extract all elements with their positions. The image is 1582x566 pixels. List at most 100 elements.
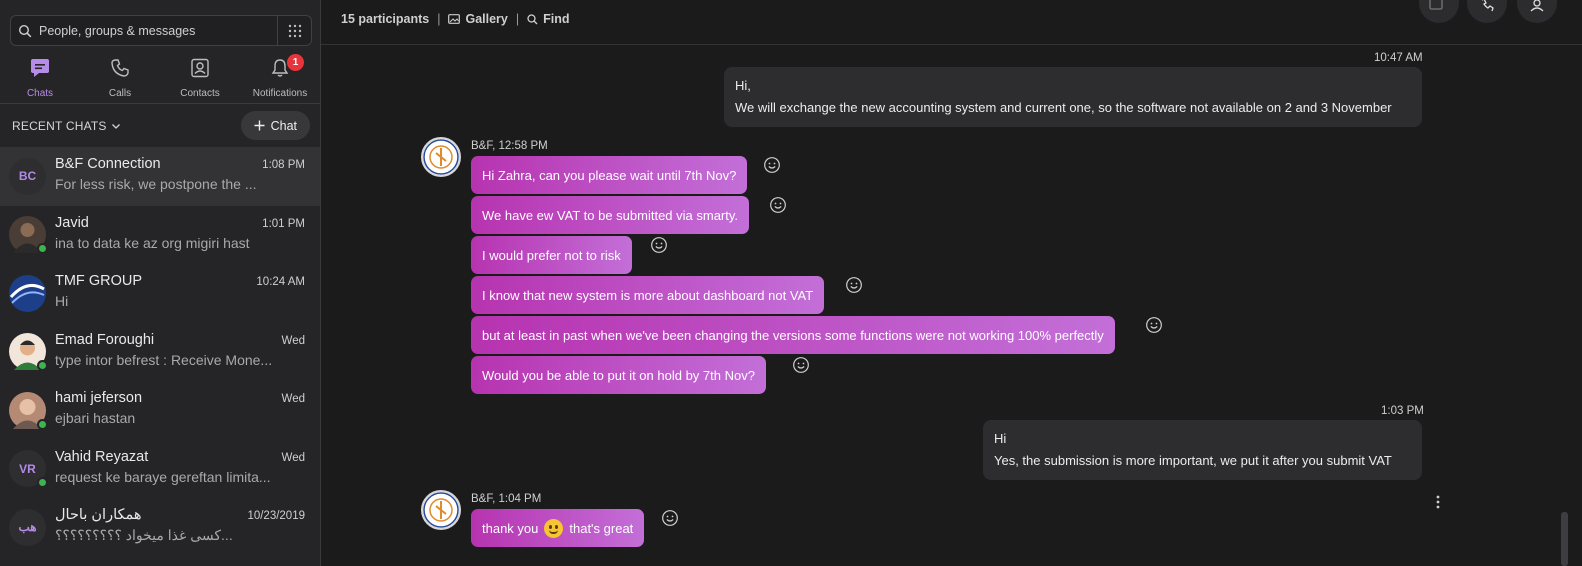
phone-icon <box>110 58 130 83</box>
smiley-reaction-icon[interactable] <box>763 156 781 174</box>
audio-call-button[interactable] <box>1467 0 1507 23</box>
sender-label: B&F, 1:04 PM <box>471 493 542 505</box>
tab-label: Contacts <box>180 88 220 99</box>
smiley-reaction-icon[interactable] <box>661 509 679 527</box>
tab-label: Chats <box>26 88 54 99</box>
participants-link[interactable]: 15 participants <box>341 12 429 26</box>
chat-preview: ejbari hastan <box>55 410 136 426</box>
chat-item-tmf-group[interactable]: TMF GROUP 10:24 AM Hi <box>0 264 320 323</box>
chat-name: همکاران باحال <box>55 507 142 523</box>
chat-preview: type intor befrest : Receive Mone... <box>55 351 273 368</box>
smiley-reaction-icon[interactable] <box>650 236 668 254</box>
gallery-button[interactable]: Gallery <box>448 12 508 26</box>
message-text: that's great <box>569 520 634 536</box>
new-chat-label: Chat <box>270 118 297 133</box>
skype-window: People, groups & messages Chats Calls Co… <box>0 0 1582 566</box>
plus-icon <box>254 120 265 131</box>
incoming-message[interactable]: I know that new system is more about das… <box>471 276 825 314</box>
online-indicator <box>37 477 48 489</box>
nav-tabs: Chats Calls Contacts 1 Notifications <box>0 54 320 102</box>
contacts-icon <box>190 58 210 83</box>
search-box[interactable]: People, groups & messages <box>10 15 312 46</box>
avatar: BC <box>9 157 46 195</box>
chat-name: TMF GROUP <box>55 273 142 289</box>
outgoing-message[interactable]: Hi Yes, the submission is more important… <box>983 420 1422 480</box>
incoming-message[interactable]: but at least in past when we've been cha… <box>471 316 1115 354</box>
chat-preview: Hi <box>55 293 69 309</box>
chat-item-hami-jeferson[interactable]: hami jeferson Wed ejbari hastan <box>0 381 320 440</box>
recent-chats-header: RECENT CHATS Chat <box>0 103 320 147</box>
outgoing-message[interactable]: Hi, We will exchange the new accounting … <box>724 67 1422 127</box>
incoming-message[interactable]: Hi Zahra, can you please wait until 7th … <box>471 156 748 194</box>
message-line: Hi, <box>735 78 751 93</box>
tab-contacts[interactable]: Contacts <box>160 56 240 102</box>
smiley-reaction-icon[interactable] <box>769 196 787 214</box>
recent-chats-dropdown[interactable]: RECENT CHATS <box>12 119 121 133</box>
chat-preview: ...کسی غذا میخواد ؟؟؟؟؟؟؟؟؟ <box>55 527 233 543</box>
chat-time: Wed <box>281 393 305 405</box>
scrollbar-thumb[interactable] <box>1561 512 1568 566</box>
chat-item-vahid-reyazat[interactable]: VR Vahid Reyazat Wed request ke baraye ge… <box>0 440 320 499</box>
recent-chats-title: RECENT CHATS <box>12 118 107 133</box>
smiley-reaction-icon[interactable] <box>792 356 810 374</box>
chat-name: hami jeferson <box>55 390 143 406</box>
online-indicator <box>37 243 48 255</box>
incoming-message[interactable]: thank you that's great <box>471 509 645 547</box>
tab-notifications[interactable]: 1 Notifications <box>240 54 320 102</box>
message-line: Hi <box>994 431 1007 446</box>
chat-icon <box>30 58 50 83</box>
video-camera-icon <box>1429 0 1443 10</box>
video-call-button[interactable] <box>1419 0 1459 23</box>
message-line: Yes, the submission is more important, w… <box>994 453 1392 468</box>
gallery-icon <box>448 14 461 24</box>
avatar: VR <box>9 450 48 489</box>
chat-item-emad-foroughi[interactable]: Emad Foroughi Wed type intor befrest : Re… <box>0 323 320 382</box>
smile-emoji-icon <box>544 518 564 538</box>
incoming-message[interactable]: We have ew VAT to be submitted via smart… <box>471 196 750 234</box>
chat-time: 10/23/2019 <box>247 510 305 522</box>
chevron-down-icon <box>111 123 120 129</box>
person-icon <box>1530 0 1544 12</box>
new-chat-button[interactable]: Chat <box>240 111 310 140</box>
search-icon <box>527 13 538 24</box>
conversation-header: 15 participants | Gallery | Find <box>321 0 1582 45</box>
online-indicator <box>37 360 48 372</box>
chat-item-bf-connection[interactable]: BC B&F Connection 1:08 PM For less risk, … <box>0 147 320 206</box>
avatar <box>9 216 48 255</box>
incoming-message[interactable]: Would you be able to put it on hold by 7… <box>471 356 766 394</box>
online-indicator <box>37 418 48 430</box>
message-timestamp: 10:47 AM <box>1374 52 1423 64</box>
smiley-reaction-icon[interactable] <box>1145 316 1163 334</box>
find-button[interactable]: Find <box>527 12 570 26</box>
smiley-reaction-icon[interactable] <box>845 276 863 294</box>
chat-name: Javid <box>55 214 89 231</box>
chat-name: Vahid Reyazat <box>55 448 149 465</box>
chat-list: BC B&F Connection 1:08 PM For less risk, … <box>0 147 320 557</box>
chat-time: 10:24 AM <box>256 276 305 288</box>
avatar <box>9 274 46 312</box>
tab-label: Calls <box>108 88 132 99</box>
dialpad-icon[interactable] <box>277 16 311 45</box>
message-timestamp: 1:03 PM <box>1381 405 1424 417</box>
sender-avatar[interactable] <box>421 490 461 530</box>
chat-name: Emad Foroughi <box>55 331 155 348</box>
chat-item-group-hamkaran[interactable]: هب همکاران باحال 10/23/2019 ...کسی غذا می… <box>0 498 320 557</box>
chat-time: Wed <box>281 334 305 347</box>
incoming-message[interactable]: I would prefer not to risk <box>471 236 632 274</box>
avatar <box>9 391 48 430</box>
add-people-button[interactable] <box>1517 0 1557 23</box>
message-text: thank you <box>482 520 539 536</box>
avatar: هب <box>9 508 46 546</box>
chat-time: 1:01 PM <box>262 217 305 230</box>
tab-calls[interactable]: Calls <box>80 56 160 102</box>
chat-item-javid[interactable]: Javid 1:01 PM ina to data ke az org migir… <box>0 206 320 265</box>
search-input[interactable]: People, groups & messages <box>39 24 277 38</box>
more-options-icon[interactable] <box>1435 495 1441 509</box>
separator: | <box>437 12 441 26</box>
search-icon <box>11 24 39 38</box>
tab-chats[interactable]: Chats <box>0 56 80 102</box>
sender-label: B&F, 12:58 PM <box>471 140 548 152</box>
sender-avatar[interactable] <box>421 137 461 177</box>
chat-time: 1:08 PM <box>262 159 305 171</box>
message-line: We will exchange the new accounting syst… <box>735 100 1392 115</box>
